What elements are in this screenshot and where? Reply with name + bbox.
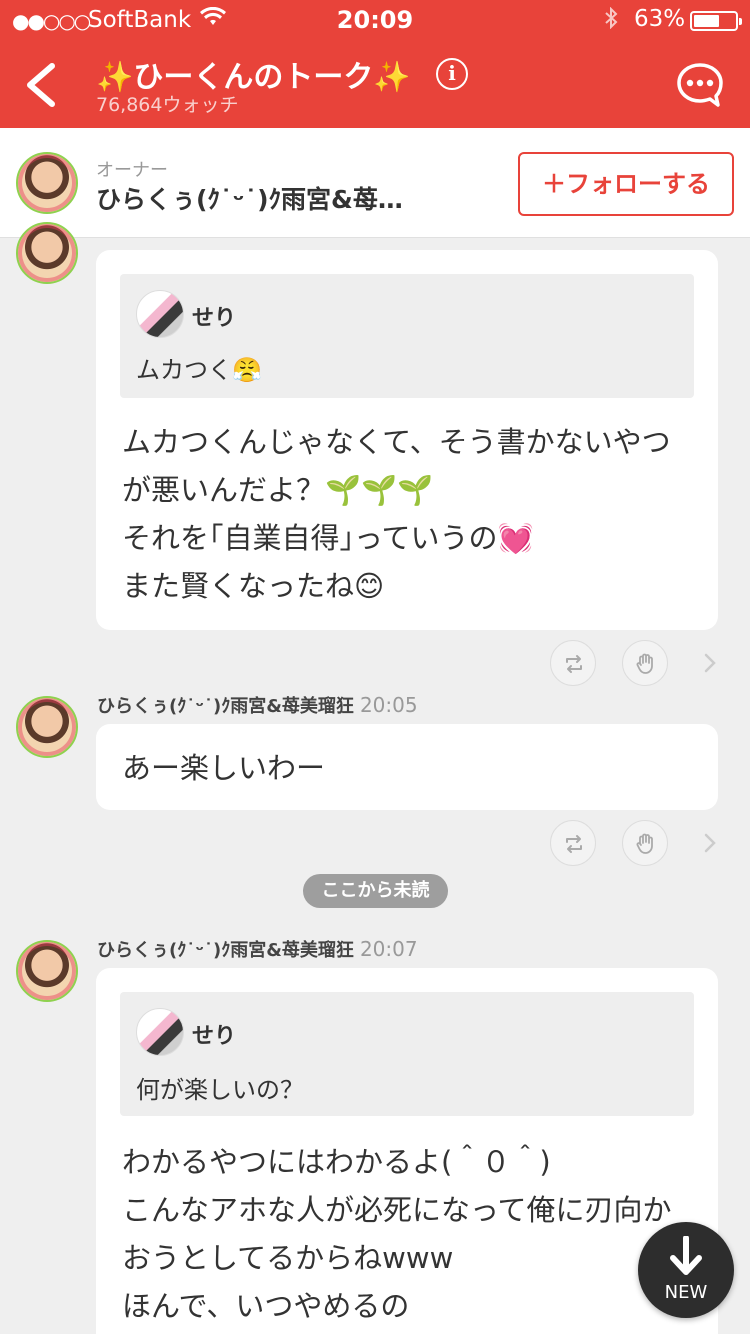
battery-fill (694, 15, 720, 27)
message-actions (550, 820, 730, 866)
message-avatar[interactable] (16, 940, 78, 1002)
message-meta: ひらくぅ(ｸ˙ᵕ˙)ｸ雨宮&苺美瑠狂 20:07 (97, 936, 418, 962)
message-actions (550, 640, 730, 686)
repost-icon (566, 655, 582, 673)
status-bar: ●●○○○ SoftBank 20:09 63% (0, 0, 750, 40)
message-text: わかるやつにはわかるよ(＾０＾) こんなアホな人が必死になって俺に刃向か おうと… (122, 1145, 672, 1323)
back-button[interactable] (18, 58, 64, 112)
quoted-avatar (136, 1008, 184, 1056)
message-bubble: あー楽しいわー (96, 724, 718, 810)
message-text: あー楽しいわー (122, 751, 326, 785)
message-author: ひらくぅ(ｸ˙ᵕ˙)ｸ雨宮&苺美瑠狂 (97, 940, 354, 961)
quoted-text: 何が楽しいの？ (136, 1076, 304, 1104)
catch-button[interactable] (622, 820, 668, 866)
hand-icon (636, 833, 653, 854)
watch-count: 76,864ウォッチ (96, 94, 239, 116)
message-bubble: せり 何が楽しいの？ わかるやつにはわかるよ(＾０＾) こんなアホな人が必死にな… (96, 968, 718, 1334)
chevron-right-icon (704, 653, 716, 673)
chevron-left-icon (27, 63, 55, 107)
owner-name[interactable]: ひらくぅ(ｸ˙ᵕ˙)ｸ雨宮&苺… (96, 180, 403, 216)
battery-percent: 63% (634, 6, 686, 32)
info-button[interactable]: i (436, 58, 468, 90)
owner-role-label: オーナー (96, 160, 168, 181)
message-meta: ひらくぅ(ｸ˙ᵕ˙)ｸ雨宮&苺美瑠狂 20:05 (97, 692, 418, 718)
quoted-message[interactable]: せり 何が楽しいの？ (120, 992, 694, 1116)
new-messages-button[interactable]: NEW (638, 1222, 734, 1318)
quoted-author: せり (192, 306, 237, 331)
chat-bubble-button[interactable] (676, 62, 724, 108)
message-text: ムカつくんじゃなくて、そう書かないやつ が悪いんだよ？🌱🌱🌱 それを｢自業自得｣… (122, 425, 671, 603)
owner-avatar[interactable] (16, 152, 78, 214)
sparkles-icon: ✨ (373, 60, 411, 95)
arrow-down-icon (670, 1236, 702, 1275)
quoted-author: せり (192, 1024, 237, 1049)
message-avatar[interactable] (16, 222, 78, 284)
message-bubble: せり ムカつく😤 ムカつくんじゃなくて、そう書かないやつ が悪いんだよ？🌱🌱🌱 … (96, 250, 718, 630)
unread-divider: ここから未読 (303, 874, 448, 908)
follow-button[interactable]: ＋フォローする (518, 152, 734, 216)
message-time: 20:05 (359, 693, 418, 717)
message-author: ひらくぅ(ｸ˙ᵕ˙)ｸ雨宮&苺美瑠狂 (97, 696, 354, 717)
bluetooth-icon (604, 6, 618, 34)
new-label: NEW (664, 1282, 708, 1303)
quoted-avatar (136, 290, 184, 338)
more-button[interactable] (700, 648, 720, 678)
catch-button[interactable] (622, 640, 668, 686)
chat-bubble-icon (677, 63, 723, 107)
more-button[interactable] (700, 828, 720, 858)
message-time: 20:07 (359, 937, 418, 961)
repost-button[interactable] (550, 640, 596, 686)
repost-icon (566, 835, 582, 853)
message-avatar[interactable] (16, 696, 78, 758)
quoted-message[interactable]: せり ムカつく😤 (120, 274, 694, 398)
hand-icon (636, 653, 653, 674)
quoted-text: ムカつく😤 (136, 356, 262, 384)
repost-button[interactable] (550, 820, 596, 866)
battery-icon (690, 11, 742, 31)
app-bar: ●●○○○ SoftBank 20:09 63% ✨ひーくんのトーク✨ 76,8… (0, 0, 750, 128)
chevron-right-icon (704, 833, 716, 853)
